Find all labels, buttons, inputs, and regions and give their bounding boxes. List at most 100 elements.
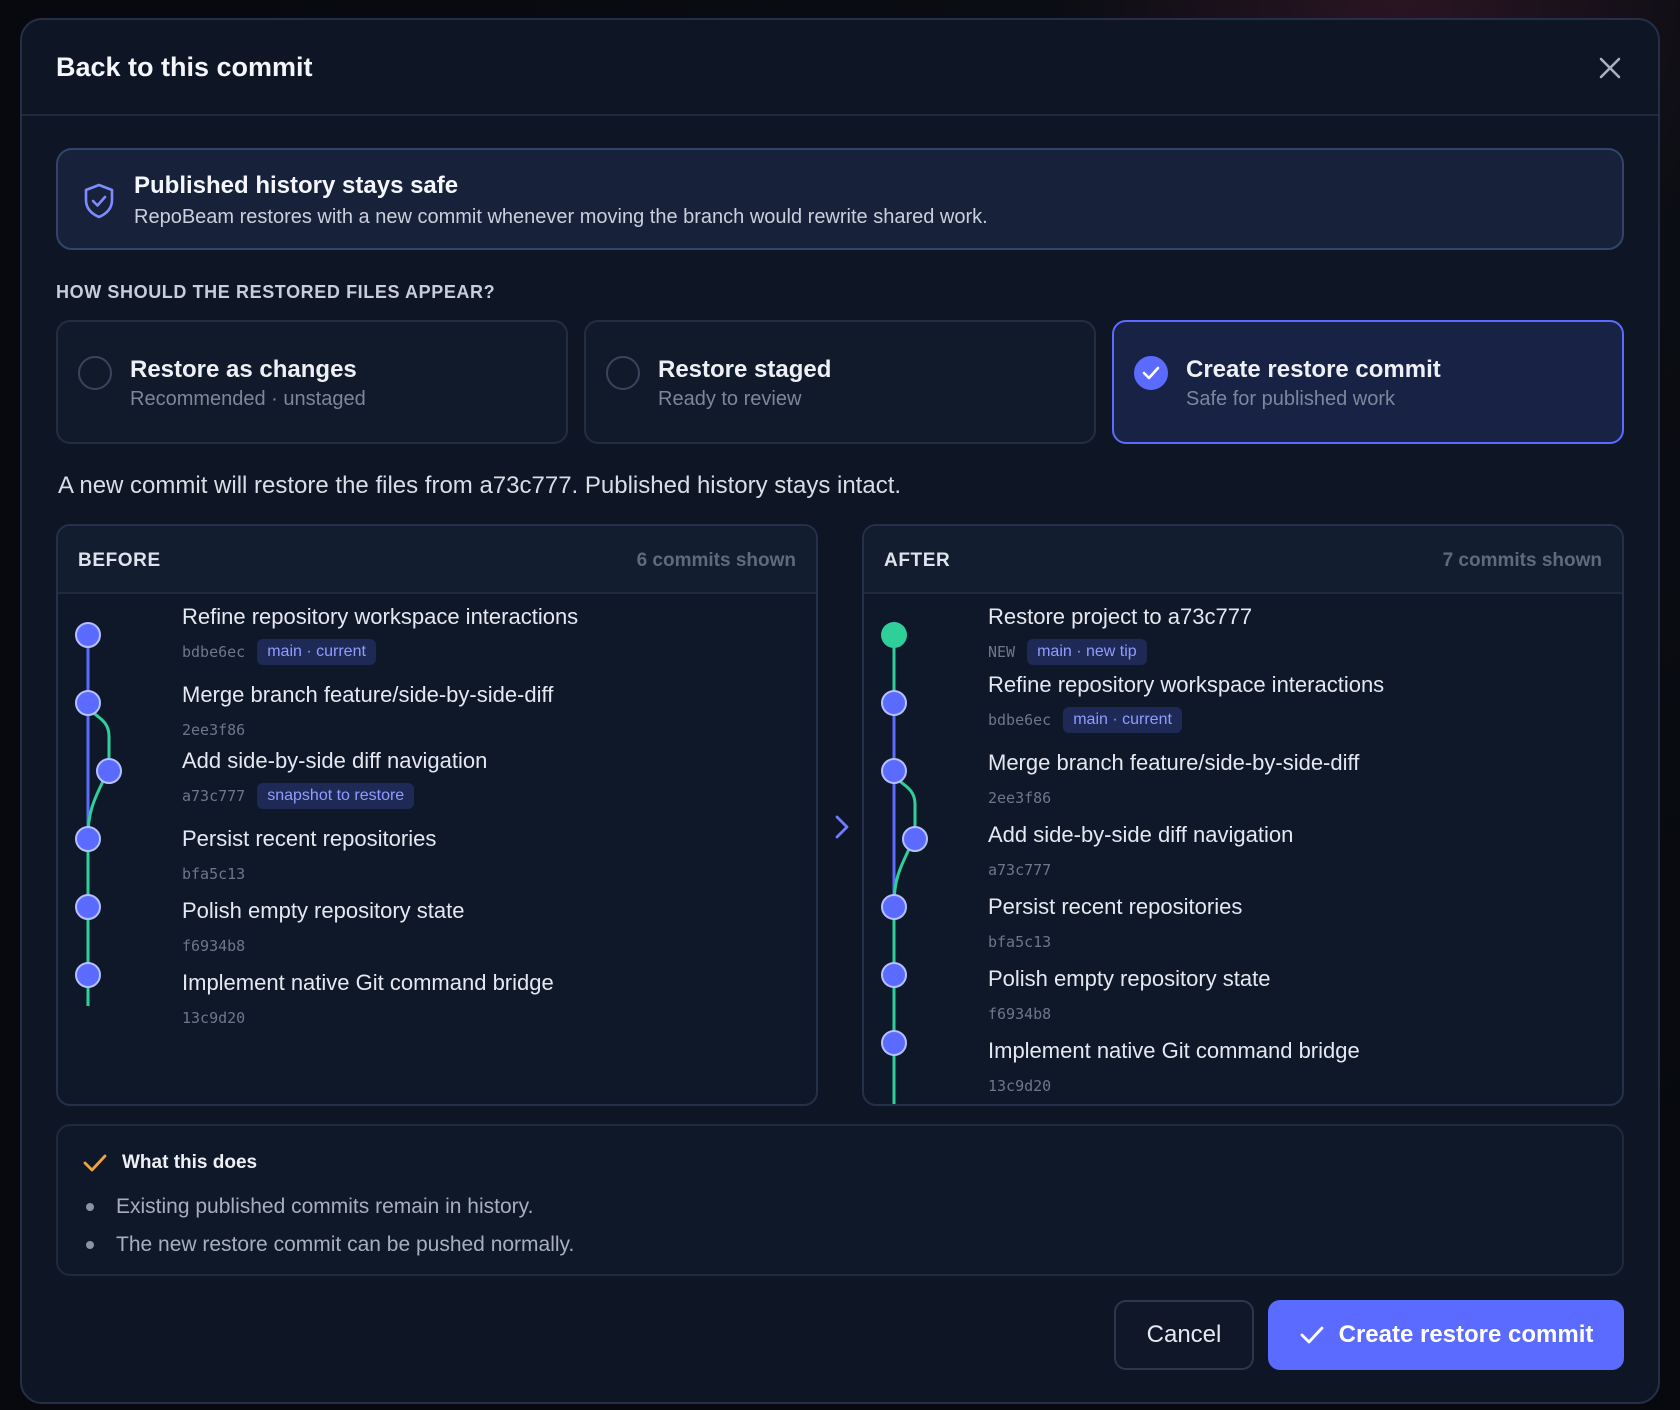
radio-unchecked[interactable]	[606, 356, 640, 390]
after-panel: AFTER 7 commits shown Restore project to…	[862, 524, 1624, 1106]
commit-hash: 2ee3f86	[988, 789, 1052, 807]
after-title: AFTER	[884, 550, 951, 571]
close-icon[interactable]	[1592, 50, 1628, 86]
option-subtitle: Recommended · unstaged	[130, 388, 366, 410]
commit-hash: 2ee3f86	[182, 721, 246, 739]
restore-dialog: Back to this commit Published history st…	[20, 18, 1660, 1404]
list-item: The new restore commit can be pushed nor…	[86, 1226, 574, 1264]
commit-node	[75, 826, 101, 852]
restore-summary: A new commit will restore the files from…	[58, 472, 902, 499]
option-restore-as-changes[interactable]: Restore as changes Recommended · unstage…	[56, 320, 568, 444]
before-panel: BEFORE 6 commits shown Refine repository…	[56, 524, 818, 1106]
before-count: 6 commits shown	[636, 550, 796, 571]
banner-title: Published history stays safe	[134, 172, 459, 199]
radio-unchecked[interactable]	[78, 356, 112, 390]
commit-title: Restore project to a73c777	[988, 604, 1253, 629]
commit-row[interactable]: Merge branch feature/side-by-side-diff 2…	[988, 750, 1359, 812]
new-commit-node	[881, 622, 907, 648]
snapshot-badge: snapshot to restore	[257, 783, 415, 809]
bullet-icon	[86, 1203, 94, 1211]
info-item-text: The new restore commit can be pushed nor…	[116, 1233, 575, 1256]
commit-hash: NEW	[988, 643, 1016, 661]
commit-row[interactable]: Refine repository workspace interactions…	[182, 604, 578, 666]
cancel-button[interactable]: Cancel	[1114, 1300, 1254, 1370]
info-list: Existing published commits remain in his…	[86, 1188, 574, 1264]
commit-title: Polish empty repository state	[988, 966, 1271, 991]
option-create-restore-commit[interactable]: Create restore commit Safe for published…	[1112, 320, 1624, 444]
info-item-text: Existing published commits remain in his…	[116, 1195, 534, 1218]
commit-node	[75, 690, 101, 716]
commit-row[interactable]: Restore project to a73c777 NEW main · ne…	[988, 604, 1252, 666]
commit-node	[881, 894, 907, 920]
commit-row[interactable]: Add side-by-side diff navigation a73c777…	[182, 748, 487, 810]
commit-node	[75, 622, 101, 648]
commit-row[interactable]: Implement native Git command bridge 13c9…	[988, 1038, 1360, 1100]
what-this-does-panel: What this does Existing published commit…	[56, 1124, 1624, 1276]
create-restore-commit-button[interactable]: Create restore commit	[1268, 1300, 1624, 1370]
check-icon	[82, 1152, 108, 1179]
bullet-icon	[86, 1241, 94, 1249]
commit-title: Polish empty repository state	[182, 898, 465, 923]
commit-node	[75, 894, 101, 920]
info-title: What this does	[122, 1152, 258, 1173]
commit-row[interactable]: Polish empty repository state f6934b8	[182, 898, 464, 960]
branch-badge: main · new tip	[1027, 639, 1147, 665]
section-label: HOW SHOULD THE RESTORED FILES APPEAR?	[56, 282, 496, 302]
commit-title: Merge branch feature/side-by-side-diff	[182, 682, 554, 707]
commit-title: Merge branch feature/side-by-side-diff	[988, 750, 1360, 775]
commit-hash: bfa5c13	[988, 933, 1052, 951]
before-panel-header: BEFORE 6 commits shown	[58, 526, 816, 594]
create-restore-commit-label: Create restore commit	[1338, 1321, 1594, 1348]
commit-node	[96, 758, 122, 784]
after-panel-header: AFTER 7 commits shown	[864, 526, 1622, 594]
commit-row[interactable]: Persist recent repositories bfa5c13	[182, 826, 436, 888]
commit-hash: f6934b8	[988, 1005, 1052, 1023]
safety-banner: Published history stays safe RepoBeam re…	[56, 148, 1624, 250]
radio-checked[interactable]	[1134, 356, 1168, 390]
commit-row[interactable]: Add side-by-side diff navigation a73c777	[988, 822, 1293, 884]
option-title: Restore staged	[658, 356, 832, 383]
commit-row[interactable]: Persist recent repositories bfa5c13	[988, 894, 1242, 956]
commit-hash: bfa5c13	[182, 865, 246, 883]
before-commit-graph	[75, 622, 122, 1006]
option-restore-staged[interactable]: Restore staged Ready to review	[584, 320, 1096, 444]
option-title: Create restore commit	[1186, 356, 1441, 383]
commit-title: Implement native Git command bridge	[182, 970, 554, 995]
commit-node	[75, 622, 122, 988]
commit-row[interactable]: Merge branch feature/side-by-side-diff 2…	[182, 682, 553, 744]
commit-title: Implement native Git command bridge	[988, 1038, 1360, 1063]
commit-hash: bdbe6ec	[182, 643, 246, 661]
option-subtitle: Safe for published work	[1186, 388, 1396, 410]
check-icon	[1142, 366, 1160, 380]
list-item: Existing published commits remain in his…	[86, 1188, 574, 1226]
commit-node	[902, 826, 928, 852]
commit-row[interactable]: Refine repository workspace interactions…	[988, 672, 1384, 734]
commit-title: Refine repository workspace interactions	[988, 672, 1385, 697]
commit-node	[881, 1030, 907, 1056]
commit-row[interactable]: Polish empty repository state f6934b8	[988, 966, 1270, 1028]
dialog-title: Back to this commit	[56, 52, 313, 82]
branch-badge: main · current	[1063, 707, 1182, 733]
commit-title: Add side-by-side diff navigation	[988, 822, 1294, 847]
after-count: 7 commits shown	[1442, 550, 1602, 571]
commit-row[interactable]: Implement native Git command bridge 13c9…	[182, 970, 554, 1032]
commit-node	[881, 690, 907, 716]
branch-badge: main · current	[257, 639, 376, 665]
before-title: BEFORE	[78, 550, 161, 571]
commit-hash: 13c9d20	[182, 1009, 246, 1027]
check-icon	[1300, 1326, 1324, 1344]
commit-title: Persist recent repositories	[988, 894, 1243, 919]
chevron-right-icon	[830, 812, 854, 842]
option-subtitle: Ready to review	[658, 388, 802, 410]
commit-hash: bdbe6ec	[988, 711, 1052, 729]
commit-hash: f6934b8	[182, 937, 246, 955]
option-title: Restore as changes	[130, 356, 357, 383]
commit-node	[75, 962, 101, 988]
commit-hash: 13c9d20	[988, 1077, 1052, 1095]
commit-title: Persist recent repositories	[182, 826, 437, 851]
commit-hash: a73c777	[988, 861, 1052, 879]
banner-text: RepoBeam restores with a new commit when…	[134, 206, 988, 228]
commit-hash: a73c777	[182, 787, 246, 805]
after-commit-graph	[881, 622, 928, 1104]
commit-title: Refine repository workspace interactions	[182, 604, 579, 629]
